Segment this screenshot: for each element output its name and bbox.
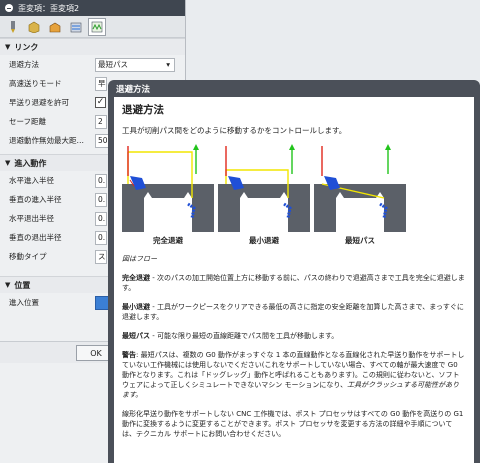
help-lead-text: 工具が切削パス間をどのように移動するかをコントロールします。 xyxy=(122,126,347,135)
section-position-title: 位置 xyxy=(14,280,31,290)
tab-heights[interactable] xyxy=(46,18,64,36)
heights-icon xyxy=(49,22,61,32)
help-paragraph-full: 完全退避 - 次のパスの加工開始位置上方に移動する前に、パスの終わりで退避高さま… xyxy=(122,273,466,293)
collapse-triangle-icon: ▼ xyxy=(5,43,11,51)
vertical-lead-out-label: 垂直の退出半径 xyxy=(9,233,62,242)
vertical-lead-in-label: 垂直の進入半径 xyxy=(9,195,62,204)
help-paragraph-warning: 警告: 最短パスは、複数の G0 動作がまっすぐな 1 本の直線動作となる直線化… xyxy=(122,350,466,400)
figure-full-retraction: 完全退避 xyxy=(122,140,214,246)
retraction-figures: 完全退避 最小退避 最短パス xyxy=(122,140,466,246)
transition-type-label: 移動タイプ xyxy=(9,252,47,261)
safe-distance-input[interactable]: 2 xyxy=(95,114,107,129)
term-full-retraction: 完全退避 xyxy=(122,274,150,282)
minimize-icon[interactable] xyxy=(5,4,13,12)
passes-icon xyxy=(70,22,82,32)
tool-icon xyxy=(11,20,15,33)
figure-caption: 完全退避 xyxy=(153,236,183,245)
text-minimum-retraction: - 工具がワークピースをクリアできる最低の高さに指定の安全距離を加算した高さまで… xyxy=(122,303,464,321)
horizontal-lead-in-label: 水平進入半径 xyxy=(9,176,54,185)
safe-distance-label: セーフ距離 xyxy=(9,117,47,126)
tooltip-title: 退避方法 xyxy=(116,85,151,95)
figure-minimum-retraction: 最小退避 xyxy=(218,140,310,246)
text-full-retraction: - 次のパスの加工開始位置上方に移動する前に、パスの終わりで退避高さまで工具を完… xyxy=(122,274,465,292)
help-paragraph-post: 線形化早送り動作をサポートしない CNC 工作機では、ポスト プロセッサはすべて… xyxy=(122,409,466,439)
term-shortest-path: 最短パス xyxy=(122,332,150,340)
row-retraction-policy: 退避方法 最短パス ▾ xyxy=(0,55,185,74)
rapid-mode-label: 高速送りモード xyxy=(9,79,62,88)
tab-tool[interactable] xyxy=(4,18,22,36)
allow-rapid-retract-label: 早送り退避を許可 xyxy=(9,98,69,107)
help-tooltip: 退避方法 退避方法 工具が切削パス間をどのように移動するかをコントロールします。 xyxy=(108,80,480,463)
tooltip-body: 退避方法 工具が切削パス間をどのように移動するかをコントロールします。 完全退避… xyxy=(114,97,474,463)
retraction-policy-label: 退避方法 xyxy=(9,60,39,69)
dialog-title: 歪変項：歪変項2 xyxy=(18,3,80,13)
tab-passes[interactable] xyxy=(67,18,85,36)
rapid-mode-select[interactable]: 早 xyxy=(95,76,107,91)
vertical-lead-in-input[interactable]: 0. xyxy=(95,192,107,207)
geometry-icon xyxy=(28,21,40,33)
text-shortest-path: - 可能な限り最短の直線距離でパス間を工具が移動します。 xyxy=(150,332,339,340)
max-stay-down-input[interactable]: 50 xyxy=(95,133,109,148)
vertical-lead-out-input[interactable]: 0. xyxy=(95,230,107,245)
section-link-title: リンク xyxy=(14,42,39,52)
figure-shortest-path: 最短パス xyxy=(314,140,406,246)
help-paragraph-minimum: 最小退避 - 工具がワークピースをクリアできる最低の高さに指定の安全距離を加算し… xyxy=(122,302,466,322)
term-minimum-retraction: 最小退避 xyxy=(122,303,150,311)
retraction-policy-value: 最短パス xyxy=(98,60,128,69)
collapse-triangle-icon: ▼ xyxy=(5,281,11,289)
linking-icon xyxy=(91,21,103,32)
entry-position-label: 進入位置 xyxy=(9,298,39,307)
horizontal-lead-out-label: 水平退出半径 xyxy=(9,214,54,223)
horizontal-lead-out-input[interactable]: 0. xyxy=(95,211,107,226)
collapse-triangle-icon: ▼ xyxy=(5,159,11,167)
chevron-down-icon: ▾ xyxy=(166,60,170,69)
max-stay-down-label: 退避動作無効最大距… xyxy=(9,136,84,145)
transition-type-select[interactable]: ス xyxy=(95,249,107,264)
help-paragraph-shortest: 最短パス - 可能な限り最短の直線距離でパス間を工具が移動します。 xyxy=(122,331,466,341)
tab-strip xyxy=(0,16,185,38)
retraction-policy-select[interactable]: 最短パス ▾ xyxy=(95,57,175,72)
tab-linking[interactable] xyxy=(88,17,106,36)
figure-caption: 最短パス xyxy=(345,236,375,245)
figure-note: 図はフロー xyxy=(122,255,157,263)
term-warning: 警告 xyxy=(122,351,136,359)
text-post-processor: 線形化早送り動作をサポートしない CNC 工作機では、ポスト プロセッサはすべて… xyxy=(122,410,464,438)
help-heading: 退避方法 xyxy=(122,104,164,116)
dialog-titlebar: 歪変項：歪変項2 xyxy=(0,0,185,16)
tab-geometry[interactable] xyxy=(25,18,43,36)
full-retraction-diagram xyxy=(122,144,214,232)
shortest-path-diagram xyxy=(314,144,406,232)
minimum-retraction-diagram xyxy=(218,144,310,232)
section-approach-title: 進入動作 xyxy=(14,158,47,168)
horizontal-lead-in-input[interactable]: 0. xyxy=(95,173,107,188)
allow-rapid-retract-checkbox[interactable]: ✓ xyxy=(95,97,106,108)
entry-position-select-button[interactable] xyxy=(95,295,109,310)
section-link-header[interactable]: ▼ リンク xyxy=(0,38,185,55)
figure-caption: 最小退避 xyxy=(249,236,279,245)
